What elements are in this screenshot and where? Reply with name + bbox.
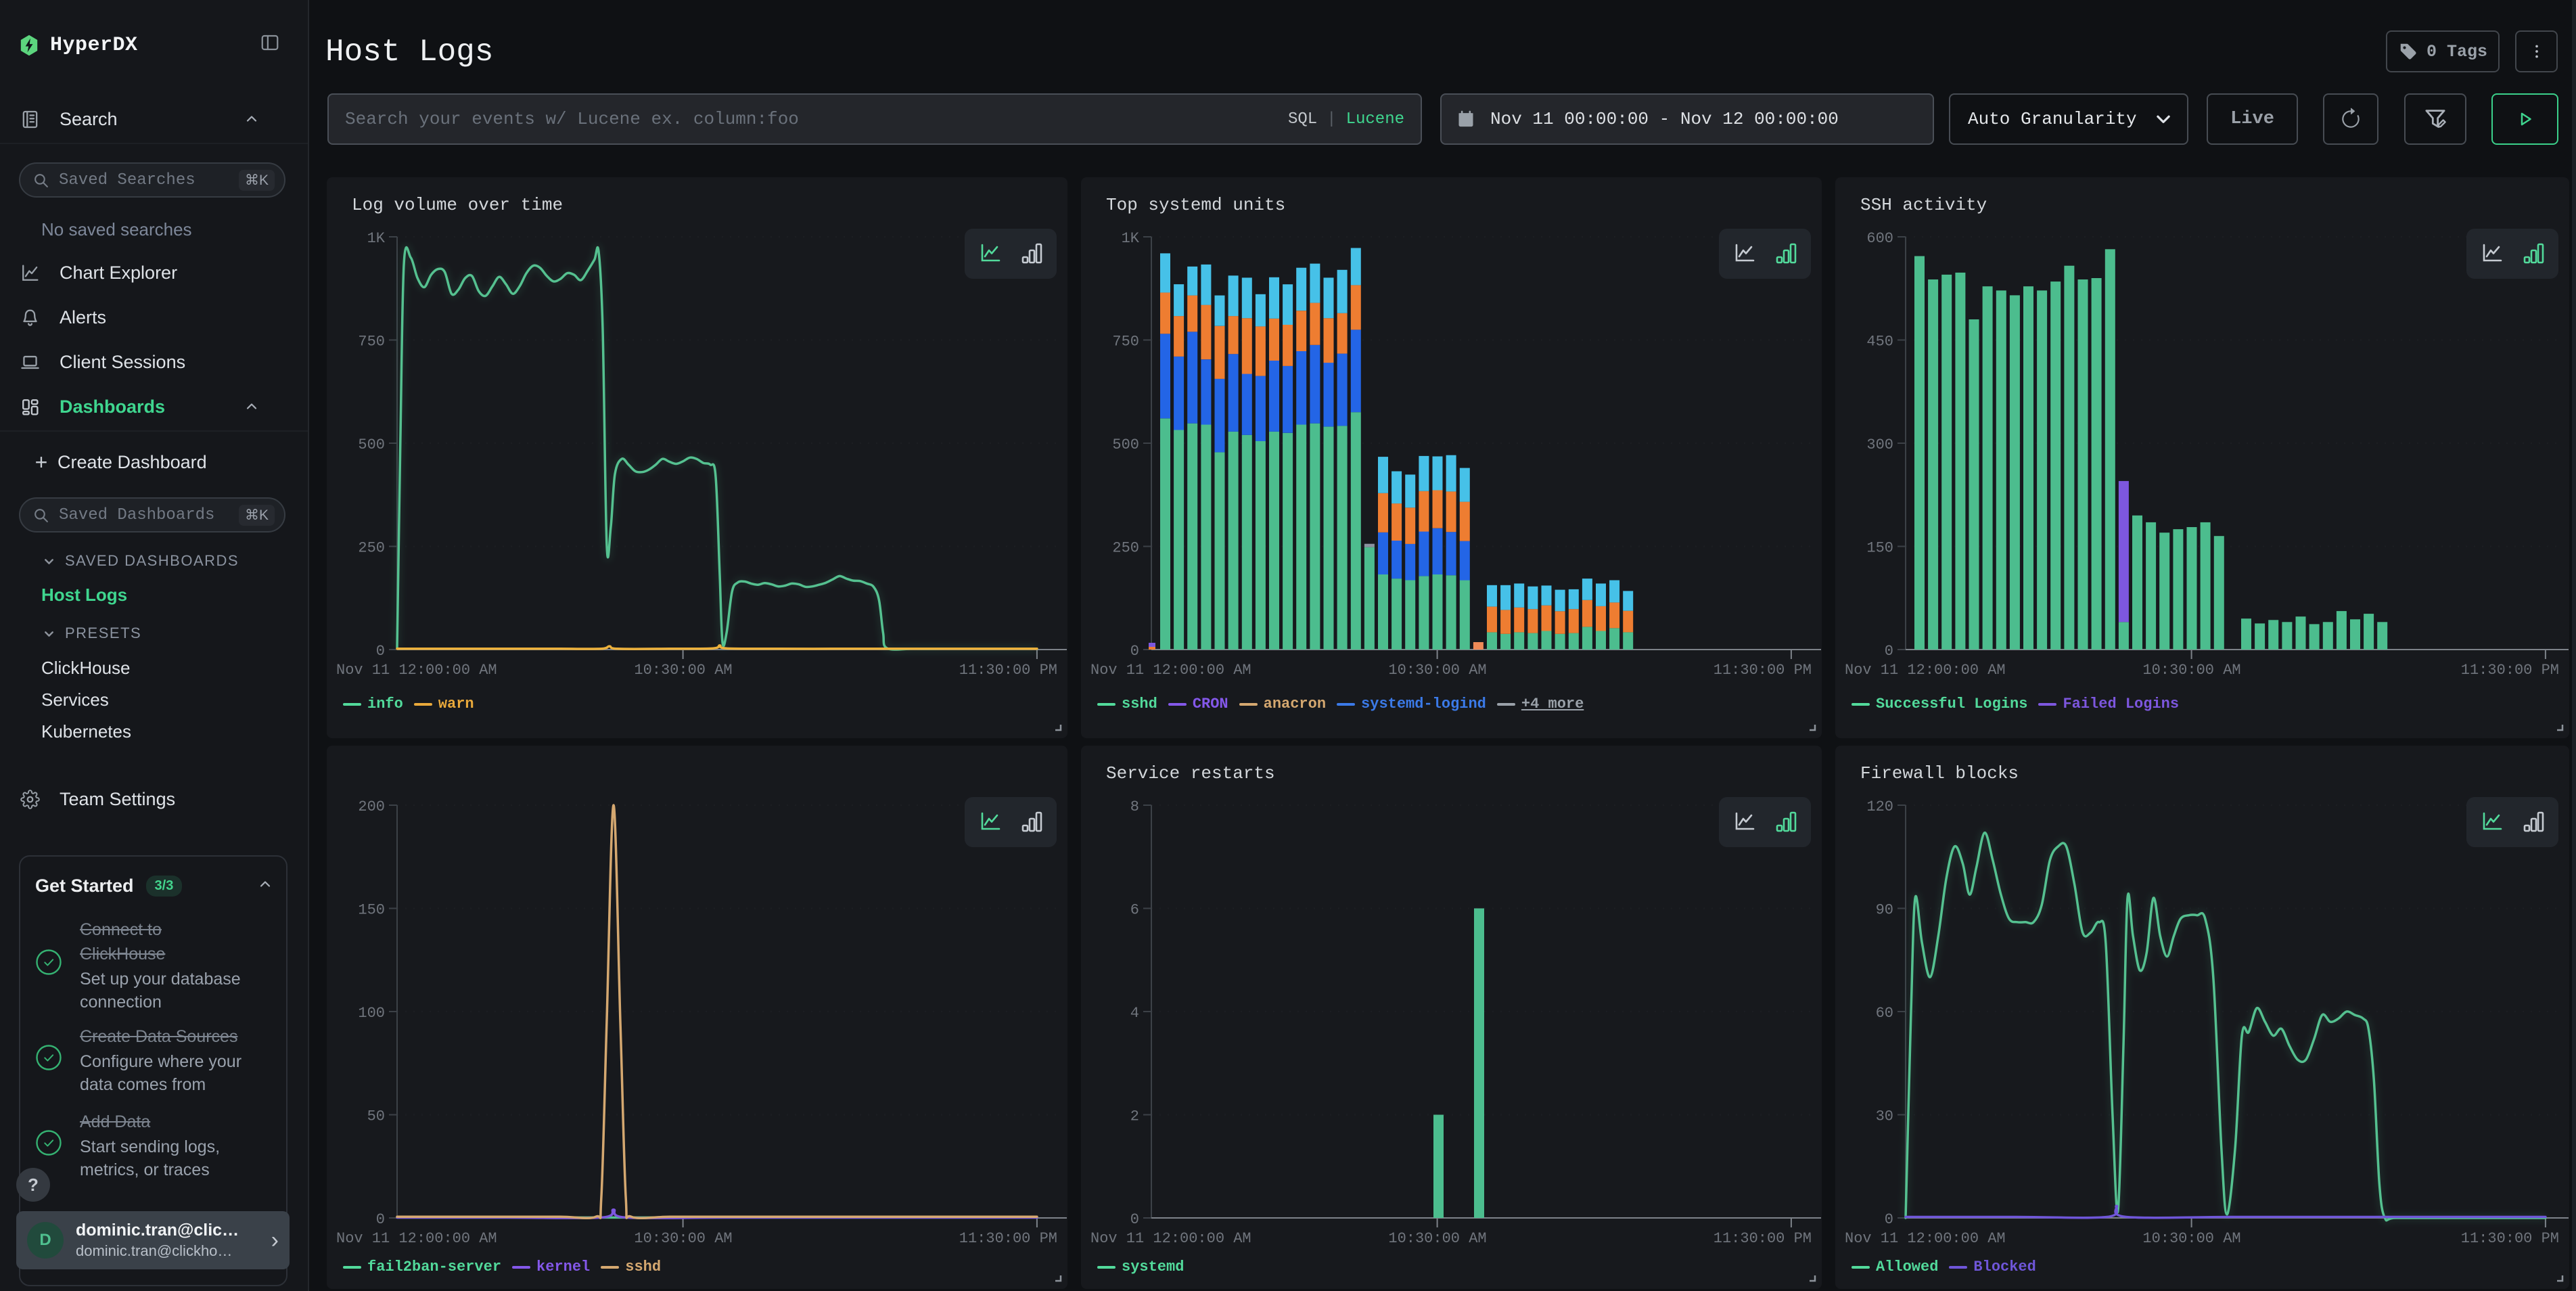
svg-text:10:30:00 AM: 10:30:00 AM xyxy=(634,1230,732,1247)
svg-text:4: 4 xyxy=(1130,1005,1139,1022)
svg-text:750: 750 xyxy=(358,334,385,350)
svg-text:750: 750 xyxy=(1112,334,1139,350)
svg-text:11:30:00 PM: 11:30:00 PM xyxy=(1714,662,1812,679)
svg-text:0: 0 xyxy=(376,1211,385,1228)
svg-text:0: 0 xyxy=(1885,643,1893,660)
svg-text:120: 120 xyxy=(1866,798,1893,815)
svg-text:Nov 11 12:00:00 AM: Nov 11 12:00:00 AM xyxy=(1090,1230,1251,1247)
svg-text:200: 200 xyxy=(358,798,385,815)
svg-text:10:30:00 AM: 10:30:00 AM xyxy=(1388,662,1486,679)
svg-text:300: 300 xyxy=(1866,436,1893,453)
svg-text:0: 0 xyxy=(1885,1211,1893,1228)
svg-text:150: 150 xyxy=(1866,540,1893,557)
svg-text:450: 450 xyxy=(1866,334,1893,350)
svg-text:150: 150 xyxy=(358,902,385,919)
svg-text:30: 30 xyxy=(1876,1108,1893,1125)
svg-text:10:30:00 AM: 10:30:00 AM xyxy=(2142,1230,2240,1247)
svg-text:10:30:00 AM: 10:30:00 AM xyxy=(634,662,732,679)
svg-text:600: 600 xyxy=(1866,230,1893,247)
svg-text:8: 8 xyxy=(1130,798,1139,815)
svg-text:11:30:00 PM: 11:30:00 PM xyxy=(1714,1230,1812,1247)
svg-text:11:30:00 PM: 11:30:00 PM xyxy=(959,662,1057,679)
svg-text:50: 50 xyxy=(367,1108,385,1125)
svg-text:500: 500 xyxy=(1112,436,1139,453)
svg-text:250: 250 xyxy=(1112,540,1139,557)
svg-text:90: 90 xyxy=(1876,902,1893,919)
svg-text:Nov 11 12:00:00 AM: Nov 11 12:00:00 AM xyxy=(1845,1230,2006,1247)
svg-text:1K: 1K xyxy=(367,230,386,247)
svg-text:Nov 11 12:00:00 AM: Nov 11 12:00:00 AM xyxy=(336,662,497,679)
svg-text:10:30:00 AM: 10:30:00 AM xyxy=(1388,1230,1486,1247)
svg-text:Nov 11 12:00:00 AM: Nov 11 12:00:00 AM xyxy=(1845,662,2006,679)
svg-text:0: 0 xyxy=(1130,643,1139,660)
svg-text:500: 500 xyxy=(358,436,385,453)
svg-text:0: 0 xyxy=(1130,1211,1139,1228)
svg-text:2: 2 xyxy=(1130,1108,1139,1125)
svg-text:11:30:00 PM: 11:30:00 PM xyxy=(2461,662,2559,679)
svg-text:6: 6 xyxy=(1130,902,1139,919)
svg-text:1K: 1K xyxy=(1122,230,1140,247)
svg-text:250: 250 xyxy=(358,540,385,557)
svg-text:11:30:00 PM: 11:30:00 PM xyxy=(2461,1230,2559,1247)
svg-text:60: 60 xyxy=(1876,1005,1893,1022)
svg-text:Nov 11 12:00:00 AM: Nov 11 12:00:00 AM xyxy=(336,1230,497,1247)
svg-text:0: 0 xyxy=(376,643,385,660)
svg-text:10:30:00 AM: 10:30:00 AM xyxy=(2142,662,2240,679)
svg-text:100: 100 xyxy=(358,1005,385,1022)
svg-text:Nov 11 12:00:00 AM: Nov 11 12:00:00 AM xyxy=(1090,662,1251,679)
svg-text:11:30:00 PM: 11:30:00 PM xyxy=(959,1230,1057,1247)
